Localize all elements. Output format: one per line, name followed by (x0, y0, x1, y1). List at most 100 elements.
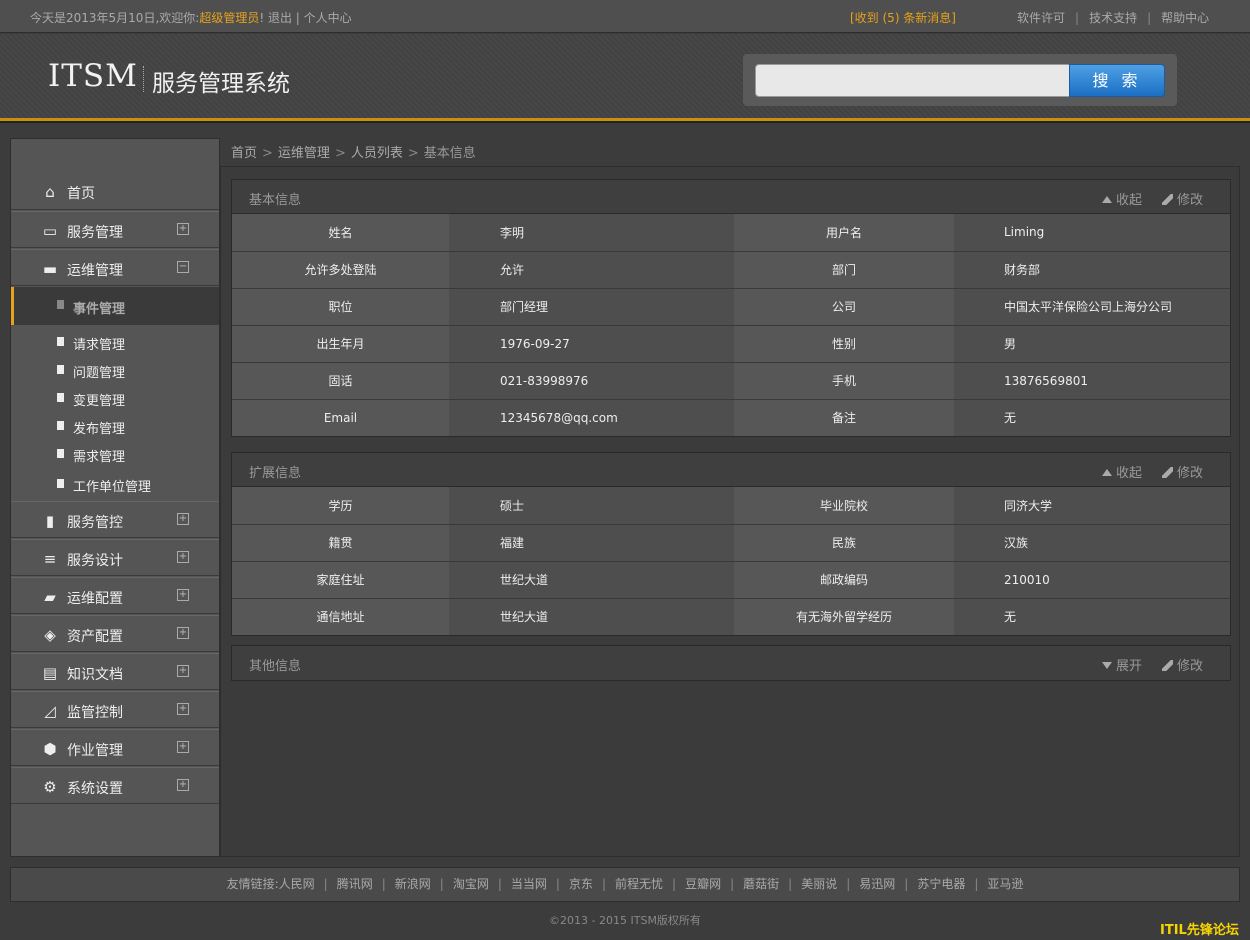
search-button[interactable]: 搜 索 (1069, 64, 1165, 97)
friend-link[interactable]: 美丽说 (801, 877, 837, 891)
breadcrumb-staff-list[interactable]: 人员列表 (351, 146, 403, 161)
collapse-button[interactable]: 收起 (1102, 462, 1142, 481)
bullet-icon (57, 337, 64, 346)
subnav-label: 事件管理 (73, 302, 126, 317)
subnav-label: 请求管理 (73, 338, 126, 353)
friend-link[interactable]: 蘑菇街 (743, 877, 779, 891)
database-icon: ≡ (43, 550, 57, 568)
friend-link[interactable]: 苏宁电器 (917, 877, 965, 891)
cube-icon: ⬢ (43, 740, 57, 758)
subnav-incident[interactable]: 事件管理 (11, 287, 219, 325)
table-row: Email 12345678@qq.com 备注无 (232, 399, 1230, 436)
friend-link[interactable]: 亚马逊 (987, 877, 1023, 891)
expand-icon[interactable]: + (177, 513, 189, 525)
nav-service-design[interactable]: ≡ 服务设计 + (11, 539, 219, 576)
expand-icon[interactable]: + (177, 665, 189, 677)
friend-link[interactable]: 当当网 (511, 877, 547, 891)
expand-icon[interactable]: + (177, 223, 189, 235)
expand-button[interactable]: 展开 (1102, 655, 1142, 674)
greeting-area: 今天是2013年5月10日,欢迎你:超级管理员! 退出 | 个人中心 (30, 9, 352, 26)
expand-icon[interactable]: + (177, 551, 189, 563)
panel-header: 扩展信息 收起 修改 (232, 453, 1230, 487)
nav-label: 作业管理 (67, 743, 123, 759)
nav-supervision[interactable]: ◿ 监管控制 + (11, 691, 219, 728)
pencil-icon (1162, 660, 1173, 671)
friend-link[interactable]: 腾讯网 (337, 877, 373, 891)
friend-links: 友情链接:人民网 | 腾讯网 | 新浪网 | 淘宝网 | 当当网 | 京东 | 前程无忧 | 豆瓣网 | 蘑菇街… (10, 867, 1240, 902)
gear-icon: ⚙ (43, 778, 57, 796)
nav-ops-config[interactable]: ▰ 运维配置 + (11, 577, 219, 614)
bullet-icon (57, 421, 64, 430)
friend-link[interactable]: 京东 (569, 877, 593, 891)
nav-label: 运维管理 (67, 263, 123, 279)
edit-button[interactable]: 修改 (1162, 655, 1203, 674)
panel-title: 其他信息 (249, 659, 302, 674)
folder-open-icon: ▬ (42, 260, 58, 278)
support-link[interactable]: 技术支持 (1089, 11, 1137, 25)
nav-label: 运维配置 (67, 591, 123, 607)
friend-link[interactable]: 豆瓣网 (685, 877, 721, 891)
collapse-button[interactable]: 收起 (1102, 189, 1142, 208)
expand-icon[interactable]: + (177, 779, 189, 791)
logo: ITSM (48, 58, 138, 94)
bullet-icon (57, 479, 64, 488)
panel-header: 基本信息 收起 修改 (232, 180, 1230, 214)
forum-watermark: ITIL先锋论坛 (1160, 923, 1239, 938)
subnav-label: 工作单位管理 (73, 480, 152, 495)
expand-icon[interactable]: + (177, 703, 189, 715)
subnav-request[interactable]: 请求管理 (11, 329, 219, 355)
nav-asset-config[interactable]: ◈ 资产配置 + (11, 615, 219, 652)
line-chart-icon: ◿ (44, 702, 56, 720)
nav-home[interactable]: ⌂ 首页 (11, 173, 219, 210)
subnav-release[interactable]: 发布管理 (11, 413, 219, 439)
friend-link[interactable]: 新浪网 (395, 877, 431, 891)
nav-label: 知识文档 (67, 667, 123, 683)
nav-ops-management[interactable]: ▬ 运维管理 − (11, 249, 219, 286)
nav-system-settings[interactable]: ⚙ 系统设置 + (11, 767, 219, 804)
caret-down-icon (1102, 662, 1112, 669)
expand-icon[interactable]: + (177, 589, 189, 601)
collapse-icon[interactable]: − (177, 261, 189, 273)
nav-label: 服务管理 (67, 225, 123, 241)
nav-service-control[interactable]: ▮ 服务管控 + (11, 501, 219, 538)
nav-knowledge-docs[interactable]: ▤ 知识文档 + (11, 653, 219, 690)
table-row: 职位 部门经理 公司 中国太平洋保险公司上海分公司 (232, 288, 1230, 326)
edit-button[interactable]: 修改 (1162, 462, 1203, 481)
logout-links[interactable]: ! 退出 | 个人中心 (259, 11, 351, 25)
pencil-icon (1162, 194, 1173, 205)
friend-link[interactable]: 易迅网 (859, 877, 895, 891)
device-icon: ▭ (42, 222, 58, 240)
breadcrumb-ops[interactable]: 运维管理 (278, 146, 330, 161)
search-input[interactable] (755, 64, 1071, 97)
expand-icon[interactable]: + (177, 627, 189, 639)
table-row: 籍贯 福建 民族 汉族 (232, 524, 1230, 562)
nav-label: 监管控制 (67, 705, 123, 721)
table-row: 家庭住址 世纪大道 邮政编码 210010 (232, 561, 1230, 599)
bullet-icon (57, 449, 64, 458)
bullet-icon (57, 393, 64, 402)
messages-link[interactable]: [收到 (5) 条新消息] (850, 9, 956, 26)
breadcrumb: 首页 > 运维管理 > 人员列表 > 基本信息 (231, 146, 476, 161)
nav-label: 服务设计 (67, 553, 123, 569)
expand-icon[interactable]: + (177, 741, 189, 753)
panel-header: 其他信息 展开 修改 (232, 646, 1230, 680)
nav-service-management[interactable]: ▭ 服务管理 + (11, 211, 219, 248)
help-link[interactable]: 帮助中心 (1161, 11, 1209, 25)
friend-link[interactable]: 淘宝网 (453, 877, 489, 891)
nav-label: 首页 (67, 186, 95, 202)
basic-info-panel: 基本信息 收起 修改 姓名 李明 用户名 Liming 允许多处登陆 允许 部门 财务部 职… (231, 179, 1231, 437)
subnav-problem[interactable]: 问题管理 (11, 357, 219, 383)
admin-name[interactable]: 超级管理员 (199, 11, 259, 25)
subnav-work-unit[interactable]: 工作单位管理 (11, 471, 219, 497)
edit-button[interactable]: 修改 (1162, 189, 1203, 208)
breadcrumb-home[interactable]: 首页 (231, 146, 257, 161)
nav-label: 系统设置 (67, 781, 123, 797)
nav-job-management[interactable]: ⬢ 作业管理 + (11, 729, 219, 766)
friend-link[interactable]: 人民网 (279, 877, 315, 891)
license-link[interactable]: 软件许可 (1017, 11, 1065, 25)
friend-link[interactable]: 前程无忧 (615, 877, 663, 891)
subnav-demand[interactable]: 需求管理 (11, 441, 219, 467)
copyright: ©2013 - 2015 ITSM版权所有 (549, 914, 701, 927)
subnav-change[interactable]: 变更管理 (11, 385, 219, 411)
nav-label: 服务管控 (67, 515, 123, 531)
